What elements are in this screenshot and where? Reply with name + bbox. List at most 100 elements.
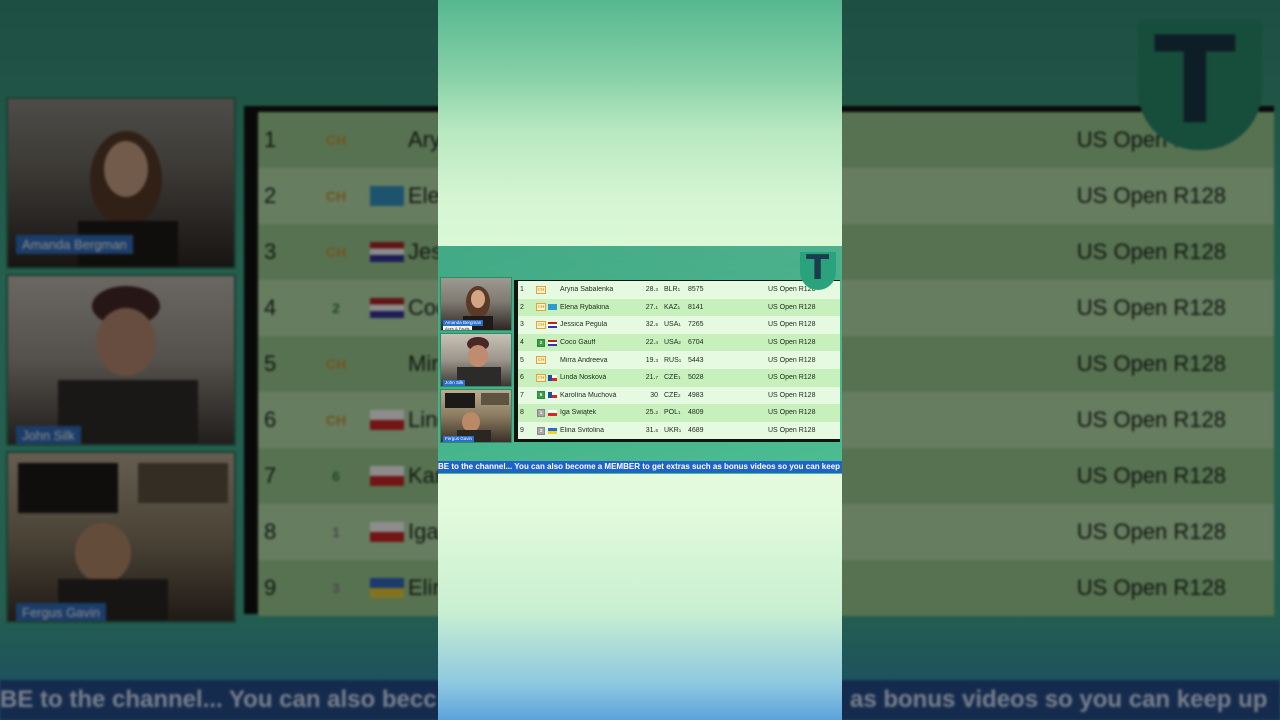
bg-rank: 8 — [264, 519, 277, 544]
country-sub: 1 — [677, 304, 681, 310]
player-country: KAZ1 — [658, 304, 688, 311]
bg-webcam-3-figure — [18, 463, 228, 621]
country-code: CZE — [664, 374, 678, 382]
bg-rank: 2 — [264, 183, 277, 208]
player-country: USA1 — [658, 321, 688, 328]
bg-seed: CH — [325, 188, 347, 204]
bg-webcam-2: John Silk — [6, 274, 236, 446]
flag-czech-icon — [548, 374, 557, 381]
bg-seed: CH — [325, 244, 347, 260]
player-name: Aryna Sabalenka — [560, 286, 614, 294]
player-points: 8141 — [688, 303, 704, 311]
bg-tournament: US Open R128 — [1076, 295, 1226, 320]
country-sub: 1 — [678, 375, 681, 381]
player-name: Iga Świątek — [560, 409, 597, 417]
standings-board: 1 CH Aryna Sabalenka 28.3 BLR1 8575 US O… — [514, 280, 840, 442]
bg-tournament: US Open R128 — [1076, 351, 1226, 376]
player-name: Mirra Andreeva — [560, 356, 608, 364]
player-name: Elina Svitolina — [560, 427, 604, 435]
country-sub: 1 — [678, 357, 682, 363]
table-row[interactable]: 4 2 Coco Gauff 22.4 USA2 6704 US Open R1… — [518, 333, 840, 352]
flag-usa-icon — [548, 339, 557, 346]
player-tournament: US Open R128 — [768, 339, 816, 347]
country-sub: 1 — [678, 410, 681, 416]
seed-badge: CH — [535, 320, 547, 329]
country-sub: 1 — [678, 322, 681, 328]
seed-badge: 2 — [537, 338, 545, 347]
player-points: 5028 — [688, 374, 704, 382]
stream-overlay: Amanda Bergman Aces & Faults John Silk F… — [438, 246, 842, 474]
bg-tournament: US Open R128 — [1076, 407, 1226, 432]
bg-seed: 1 — [332, 524, 340, 540]
bg-webcam-3: Fergus Gavin — [6, 451, 236, 623]
flag-usa-icon — [548, 321, 557, 328]
table-row[interactable]: 8 1 Iga Świątek 25.2 POL1 4809 US Open R… — [518, 404, 840, 422]
rank: 3 — [520, 321, 524, 329]
seed-badge: CH — [535, 285, 547, 294]
bg-seed: CH — [325, 356, 347, 372]
webcam-john: John Silk — [440, 333, 512, 387]
rank: 8 — [520, 409, 524, 417]
webcam-amanda-subtitle: Aces & Faults — [443, 326, 472, 331]
bg-ticker-left: BE to the channel... You can also becc — [0, 686, 437, 713]
player-tournament: US Open R128 — [768, 409, 816, 417]
ticker-text: BE to the channel... You can also become… — [438, 462, 842, 471]
bg-rank: 3 — [264, 239, 277, 264]
player-country: RUS1 — [658, 357, 688, 364]
seed-badge: 1 — [537, 408, 545, 417]
flag-kazakhstan-icon — [548, 304, 557, 311]
bg-seed: 3 — [332, 580, 340, 596]
seed-badge: CH — [535, 303, 547, 312]
player-tournament: US Open R128 — [768, 303, 816, 311]
country-code: CZE — [664, 391, 678, 399]
video-frame[interactable]: Amanda Bergman Aces & Faults John Silk F… — [438, 0, 842, 720]
player-points: 4983 — [688, 391, 704, 399]
player-tournament: US Open R128 — [768, 356, 816, 364]
player-age: 21.7 — [638, 374, 658, 381]
player-points: 6704 — [688, 339, 704, 347]
player-age: 28.3 — [638, 286, 658, 293]
player-country: BLR1 — [658, 286, 688, 293]
player-age: 22.4 — [638, 339, 658, 346]
player-tournament: US Open R128 — [768, 321, 816, 329]
bg-rank: 5 — [264, 351, 277, 376]
country-code: USA — [664, 339, 679, 347]
seed-badge: CH — [535, 373, 547, 382]
flag-poland-icon — [548, 409, 557, 416]
bg-seed: 2 — [332, 300, 340, 316]
bg-tournament: US Open R128 — [1076, 575, 1226, 600]
player-age: 32.5 — [638, 321, 658, 328]
bg-rank: 4 — [264, 295, 277, 320]
table-row[interactable]: 5 CH Mirra Andreeva 19.3 RUS1 5443 US Op… — [518, 351, 840, 369]
table-row[interactable]: 9 3 Elina Svitolina 31.5 UKR1 4689 US Op… — [518, 421, 840, 440]
flag-czech-icon — [548, 392, 557, 399]
bg-rank: 1 — [264, 127, 277, 152]
country-code: KAZ — [664, 303, 678, 311]
table-row[interactable]: 1 CH Aryna Sabalenka 28.3 BLR1 8575 US O… — [518, 281, 840, 299]
rank: 5 — [520, 356, 524, 364]
table-row[interactable]: 7 6 Karolína Muchová 30 CZE2 4983 US Ope… — [518, 386, 840, 405]
bg-channel-logo: T — [1138, 12, 1262, 151]
bg-rank: 6 — [264, 407, 277, 432]
table-row[interactable]: 6 CH Linda Nosková 21.7 CZE1 5028 US Ope… — [518, 368, 840, 387]
news-ticker: BE to the channel... You can also become… — [438, 461, 842, 473]
country-sub: 1 — [677, 287, 681, 293]
logo-letter: T — [806, 248, 830, 288]
player-name: Jessica Pegula — [560, 321, 608, 329]
player-tournament: US Open R128 — [768, 427, 816, 435]
screen: Amanda Bergman John Silk Fergus Gavin 1C… — [0, 0, 1280, 720]
bg-webcam-1: Amanda Bergman — [6, 97, 236, 269]
bg-webcam-2-name: John Silk — [16, 426, 81, 444]
webcam-fergus-name: Fergus Gavin — [443, 436, 475, 442]
channel-logo-t-icon: T — [800, 248, 836, 290]
player-age: 30 — [638, 392, 658, 399]
bg-seed: CH — [325, 412, 347, 428]
country-sub: 1 — [678, 428, 682, 434]
player-name: Karolína Muchová — [560, 391, 617, 399]
bg-tournament: US Open R128 — [1076, 183, 1226, 208]
table-row[interactable]: 2 CH Elena Rybakina 27.1 KAZ1 8141 US Op… — [518, 298, 840, 317]
bg-rank: 7 — [264, 463, 277, 488]
rank: 7 — [520, 391, 524, 399]
table-row[interactable]: 3 CH Jessica Pegula 32.5 USA1 7265 US Op… — [518, 316, 840, 334]
bg-logo-letter: T — [1154, 12, 1236, 151]
